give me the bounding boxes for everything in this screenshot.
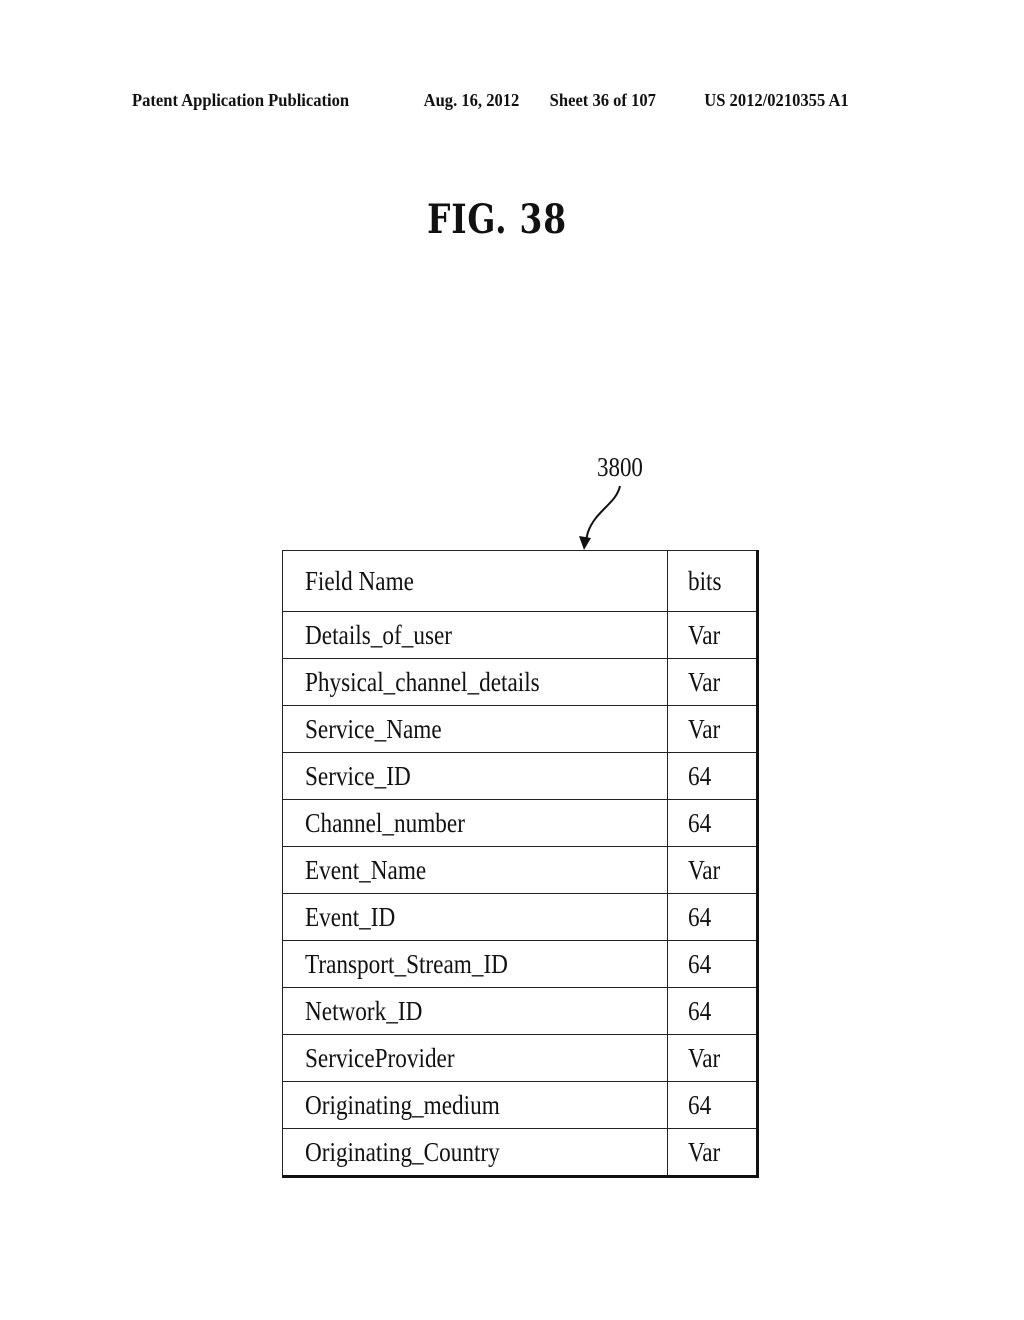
publication-label: Patent Application Publication [132,90,350,110]
table-row: Physical_channel_details Var [282,658,758,706]
bits-cell: 64 [667,940,758,988]
reference-numeral: 3800 [597,452,643,482]
field-name-cell: Details_of_user [282,611,668,659]
field-table: Field Name bits Details_of_user Var Physic… [282,550,759,1178]
field-name-cell: Channel_number [282,799,668,847]
sheet-number: Sheet 36 of 107 [549,90,656,110]
table-row: Channel_number 64 [282,799,758,847]
figure-title: FIG. 38 [427,196,567,243]
leader-arrow-icon [579,485,621,550]
page-header: Patent Application Publication Aug. 16, … [132,90,849,114]
table-row: ServiceProvider Var [282,1034,758,1082]
bits-cell: Var [667,1034,758,1082]
column-header-field-name: Field Name [282,550,668,612]
field-name-cell: Service_Name [282,705,668,753]
field-name-cell: Network_ID [282,987,668,1035]
table-row: Service_Name Var [282,705,758,753]
bits-cell: 64 [667,893,758,941]
bits-cell: Var [667,611,758,659]
publication-date: Aug. 16, 2012 [423,90,520,110]
field-name-cell: Originating_medium [282,1081,668,1129]
table-header-row: Field Name bits [282,550,758,612]
bits-cell: 64 [667,752,758,800]
table-row: Service_ID 64 [282,752,758,800]
bits-cell: Var [667,658,758,706]
table-row: Originating_medium 64 [282,1081,758,1129]
field-name-cell: Physical_channel_details [282,658,668,706]
field-name-cell: Event_ID [282,893,668,941]
field-name-cell: Event_Name [282,846,668,894]
bits-cell: Var [667,1128,758,1177]
field-name-cell: Service_ID [282,752,668,800]
bits-cell: Var [667,705,758,753]
table-row: Details_of_user Var [282,611,758,659]
bits-cell: 64 [667,799,758,847]
bits-cell: Var [667,846,758,894]
table-row: Network_ID 64 [282,987,758,1035]
bits-cell: 64 [667,1081,758,1129]
field-name-cell: Transport_Stream_ID [282,940,668,988]
table-row: Originating_Country Var [282,1128,758,1177]
patent-number: US 2012/0210355 A1 [704,90,849,110]
table-row: Event_ID 64 [282,893,758,941]
table-row: Transport_Stream_ID 64 [282,940,758,988]
bits-cell: 64 [667,987,758,1035]
field-name-cell: Originating_Country [282,1128,668,1177]
table-row: Event_Name Var [282,846,758,894]
column-header-bits: bits [667,550,758,612]
field-name-cell: ServiceProvider [282,1034,668,1082]
